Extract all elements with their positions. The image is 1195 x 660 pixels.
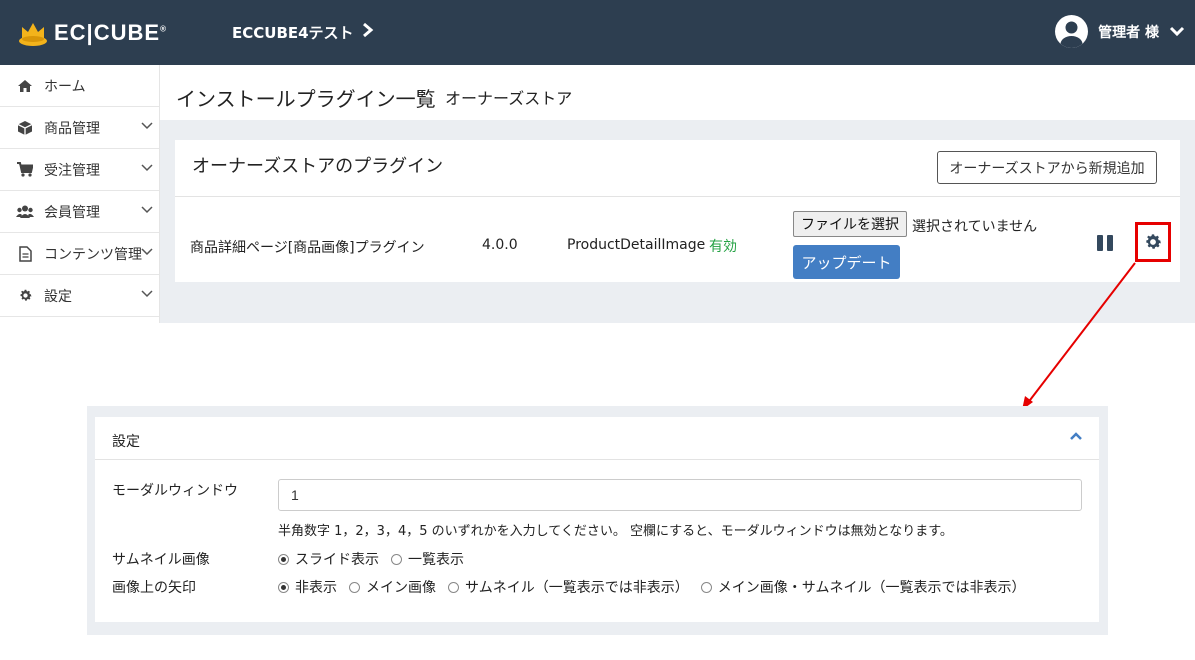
chevron-down-icon (141, 206, 153, 214)
pause-icon[interactable] (1096, 235, 1114, 251)
user-name: 管理者 様 (1098, 24, 1159, 41)
plugin-code: ProductDetailImage (567, 237, 706, 253)
sidebar-item-customers[interactable]: 会員管理 (0, 191, 159, 233)
home-icon (16, 79, 34, 93)
sidebar-item-label: 受注管理 (44, 162, 100, 179)
sidebar-item-label: 会員管理 (44, 204, 100, 221)
sidebar-item-label: 商品管理 (44, 120, 100, 137)
radio-checked[interactable] (278, 553, 289, 565)
sidebar-item-home[interactable]: ホーム (0, 65, 159, 107)
thumbnail-option-list[interactable]: 一覧表示 (391, 549, 464, 569)
divider (95, 459, 1099, 460)
chevron-right-icon[interactable] (362, 22, 374, 38)
sidebar-item-products[interactable]: 商品管理 (0, 107, 159, 149)
thumbnail-label: サムネイル画像 (112, 552, 210, 568)
modal-window-help: 半角数字 1，2，3，4，5 のいずれかを入力してください。 空欄にすると、モー… (278, 524, 953, 539)
arrow-option-thumbnail[interactable]: サムネイル（一覧表示では非表示） (448, 577, 689, 597)
gear-icon (16, 288, 34, 303)
plugins-card: オーナーズストアのプラグイン オーナーズストアから新規追加 商品詳細ページ[商品… (175, 140, 1180, 282)
add-from-store-button[interactable]: オーナーズストアから新規追加 (937, 151, 1157, 184)
chevron-down-icon (141, 248, 153, 256)
arrow-option-main-and-thumbnail[interactable]: メイン画像・サムネイル（一覧表示では非表示） (700, 577, 1025, 597)
settings-panel: 設定 モーダルウィンドウ 1 半角数字 1，2，3，4，5 のいずれかを入力して… (95, 417, 1099, 622)
shop-name-link[interactable]: ECCUBE4テスト (232, 22, 354, 43)
sidebar-item-label: コンテンツ管理 (44, 246, 142, 263)
sidebar-item-settings[interactable]: 設定 (0, 275, 159, 317)
chevron-down-icon (141, 164, 153, 172)
chevron-up-icon[interactable] (1069, 431, 1083, 441)
sidebar-item-orders[interactable]: 受注管理 (0, 149, 159, 191)
top-header: EC|CUBE® ECCUBE4テスト 管理者 様 (0, 0, 1195, 65)
sidebar: ホーム 商品管理 受注管理 会員管理 コンテンツ管理 設定 (0, 65, 160, 323)
image-arrow-radio-group: 非表示 メイン画像 サムネイル（一覧表示では非表示） メイン画像・サムネイル（一… (278, 577, 1037, 597)
arrow-option-main[interactable]: メイン画像 (349, 577, 436, 597)
image-arrow-label: 画像上の矢印 (112, 580, 196, 596)
page-subtitle: オーナーズストア (445, 89, 573, 108)
panel-title: 設定 (112, 434, 140, 450)
thumbnail-option-slide[interactable]: スライド表示 (278, 549, 379, 569)
logo-text: EC|CUBE® (54, 20, 167, 45)
user-menu[interactable]: 管理者 様 (1055, 15, 1185, 48)
radio-checked[interactable] (278, 581, 289, 593)
sidebar-item-label: 設定 (44, 288, 72, 305)
crown-logo-icon (19, 23, 47, 46)
chevron-down-icon (141, 290, 153, 298)
eccube-logo[interactable]: EC|CUBE® (18, 18, 167, 48)
plugin-settings-button[interactable] (1135, 222, 1171, 262)
file-status: 選択されていません (912, 219, 1038, 235)
divider (175, 196, 1180, 197)
card-title: オーナーズストアのプラグイン (192, 156, 444, 177)
chevron-down-icon[interactable] (1169, 26, 1185, 38)
sidebar-item-label: ホーム (44, 78, 86, 95)
plugin-status: 有効 (709, 239, 737, 255)
arrow-option-hidden[interactable]: 非表示 (278, 577, 337, 597)
sidebar-item-contents[interactable]: コンテンツ管理 (0, 233, 159, 275)
file-icon (16, 245, 34, 262)
modal-window-label: モーダルウィンドウ (112, 483, 238, 499)
chevron-down-icon (141, 122, 153, 130)
gear-icon (1146, 234, 1161, 249)
update-button[interactable]: アップデート (793, 245, 900, 279)
thumbnail-radio-group: スライド表示 一覧表示 (278, 549, 476, 569)
avatar-icon (1055, 15, 1089, 48)
modal-window-input[interactable]: 1 (278, 479, 1082, 511)
radio-unchecked[interactable] (448, 581, 459, 593)
cube-icon (16, 120, 34, 136)
cart-icon (16, 162, 34, 177)
radio-unchecked[interactable] (349, 581, 360, 593)
radio-unchecked[interactable] (700, 581, 712, 593)
users-icon (16, 205, 34, 218)
radio-unchecked[interactable] (391, 553, 402, 565)
plugin-version: 4.0.0 (482, 237, 518, 253)
choose-file-button[interactable]: ファイルを選択 (793, 211, 907, 237)
plugin-name: 商品詳細ページ[商品画像]プラグイン (190, 240, 425, 256)
page-title: インストールプラグイン一覧 (176, 87, 436, 111)
page-title-bar: インストールプラグイン一覧 オーナーズストア (160, 65, 1195, 120)
